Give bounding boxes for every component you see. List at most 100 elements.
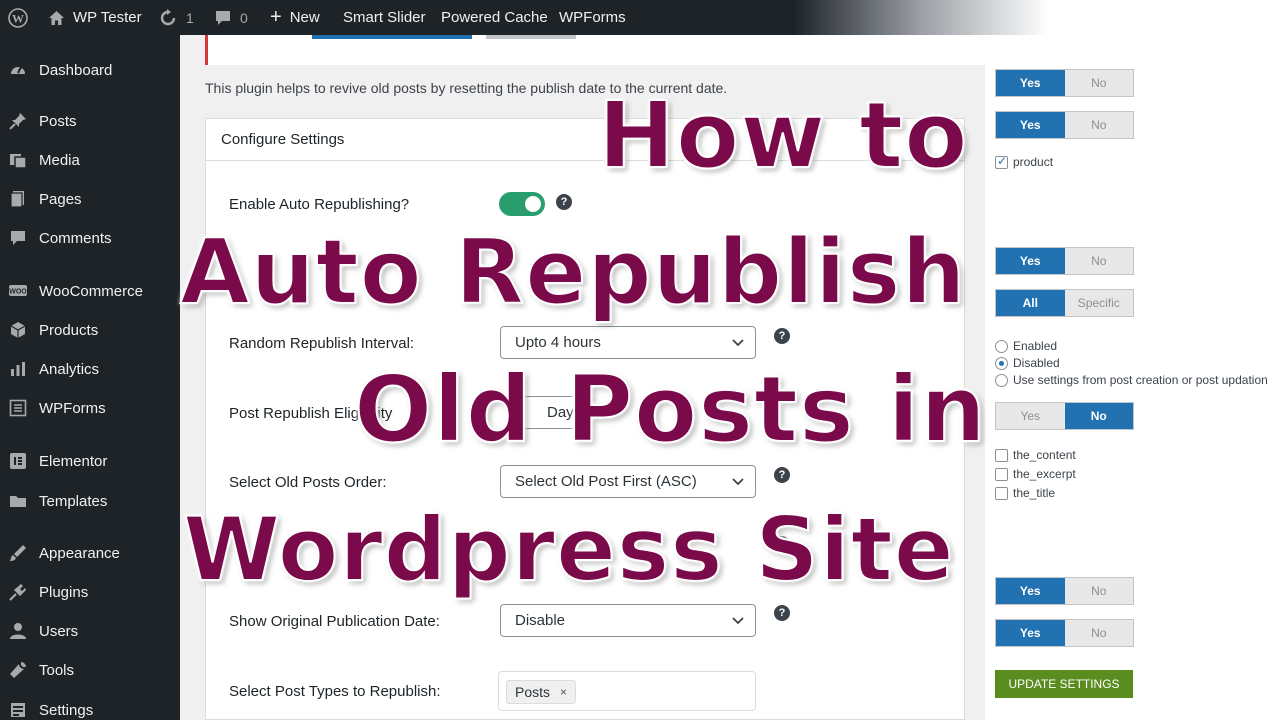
home-icon [48, 10, 65, 26]
segment-yes[interactable]: Yes [996, 248, 1065, 274]
segment-yes[interactable]: Yes [996, 620, 1065, 646]
sidebar-item-analytics[interactable]: Analytics [0, 351, 180, 387]
plus-icon: + [270, 6, 282, 28]
segmented-toggle-3[interactable]: Yes No [995, 247, 1134, 275]
wordpress-logo-icon[interactable]: W [8, 0, 28, 35]
dashboard-icon [9, 61, 27, 79]
help-icon[interactable]: ? [774, 328, 790, 344]
radio-label: Disabled [1013, 356, 1060, 370]
overlay-title-line-3: Old Posts in [353, 356, 987, 463]
sidebar-item-products[interactable]: Products [0, 312, 180, 348]
adminbar-item-powered-cache[interactable]: Powered Cache [441, 0, 548, 35]
sidebar-item-comments[interactable]: Comments [0, 220, 180, 256]
top-secondary-button-edge[interactable] [486, 35, 576, 39]
checkbox-box[interactable] [995, 486, 1008, 500]
show-publication-date-select[interactable]: Disable [500, 604, 756, 637]
checkbox-box[interactable] [995, 154, 1008, 169]
help-icon[interactable]: ? [556, 194, 572, 210]
checkbox-the-excerpt[interactable]: the_excerpt [995, 467, 1076, 481]
old-posts-order-select[interactable]: Select Old Post First (ASC) [500, 465, 756, 498]
checkbox-the-content[interactable]: the_content [995, 448, 1076, 462]
segment-yes[interactable]: Yes [996, 578, 1065, 604]
sidebar-item-dashboard[interactable]: Dashboard [0, 52, 180, 88]
sidebar-item-settings[interactable]: Settings [0, 692, 180, 728]
help-icon[interactable]: ? [774, 467, 790, 483]
segment-no[interactable]: No [1064, 403, 1133, 429]
sidebar-item-appearance[interactable]: Appearance [0, 535, 180, 571]
updates-link[interactable]: 1 [158, 0, 194, 35]
sidebar-item-label: Analytics [39, 360, 100, 378]
radio-disabled[interactable]: Disabled [995, 356, 1060, 370]
checkbox-box[interactable] [995, 467, 1008, 481]
help-icon[interactable]: ? [774, 605, 790, 621]
sidebar-item-label: Pages [39, 190, 82, 208]
product-checkbox[interactable]: product [995, 154, 1054, 169]
tools-icon [9, 661, 27, 679]
show-publication-date-value: Disable [515, 612, 566, 629]
checkbox-label: product [1013, 155, 1054, 169]
segmented-toggle-1[interactable]: Yes No [995, 69, 1134, 97]
site-name-link[interactable]: WP Tester [48, 0, 142, 35]
show-publication-date-label: Show Original Publication Date: [229, 613, 440, 630]
sidebar-item-label: Posts [39, 112, 77, 130]
segment-no[interactable]: No [1064, 112, 1133, 138]
random-interval-select[interactable]: Upto 4 hours [500, 326, 756, 359]
sidebar-item-elementor[interactable]: Elementor [0, 443, 180, 479]
overlay-title-line-1: How to [597, 82, 969, 189]
sidebar-item-posts[interactable]: Posts [0, 103, 180, 139]
radio-label: Enabled [1013, 339, 1058, 353]
segment-yes[interactable]: Yes [996, 112, 1065, 138]
sidebar-item-label: Templates [39, 492, 108, 510]
enable-republishing-label: Enable Auto Republishing? [229, 196, 410, 213]
segment-no[interactable]: No [1064, 620, 1133, 646]
top-primary-button-edge[interactable] [312, 35, 472, 39]
radio-button[interactable] [995, 373, 1008, 387]
comment-bubble-icon [214, 9, 232, 27]
remove-tag-icon[interactable]: × [560, 685, 567, 699]
segment-no[interactable]: No [1064, 248, 1133, 274]
analytics-icon [9, 360, 27, 378]
segment-no[interactable]: No [1064, 70, 1133, 96]
segmented-toggle-5[interactable]: Yes No [995, 402, 1134, 430]
sidebar-item-users[interactable]: Users [0, 613, 180, 649]
users-icon [9, 622, 27, 640]
new-content-link[interactable]: + New [270, 0, 320, 35]
updates-icon [158, 8, 178, 27]
old-posts-order-label: Select Old Posts Order: [229, 474, 387, 491]
segmented-toggle-6[interactable]: Yes No [995, 577, 1134, 605]
sidebar-item-wpforms[interactable]: WPForms [0, 390, 180, 426]
checkbox-box[interactable] [995, 448, 1008, 462]
sidebar-item-templates[interactable]: Templates [0, 483, 180, 519]
segment-specific[interactable]: Specific [1064, 290, 1133, 316]
elementor-icon [9, 452, 27, 470]
sidebar-item-woocommerce[interactable]: WOO WooCommerce [0, 273, 180, 309]
adminbar-item-wpforms[interactable]: WPForms [559, 0, 626, 35]
segmented-toggle-all-specific[interactable]: All Specific [995, 289, 1134, 317]
segment-yes[interactable]: Yes [996, 403, 1065, 429]
update-settings-button[interactable]: UPDATE SETTINGS [995, 670, 1133, 698]
segment-no[interactable]: No [1064, 578, 1133, 604]
sidebar-item-tools[interactable]: Tools [0, 652, 180, 688]
radio-use-post-settings[interactable]: Use settings from post creation or post … [995, 373, 1268, 387]
templates-icon [9, 492, 27, 510]
segment-all[interactable]: All [996, 290, 1065, 316]
sidebar-item-label: WooCommerce [39, 282, 143, 300]
enable-republishing-toggle[interactable] [499, 192, 545, 216]
radio-enabled[interactable]: Enabled [995, 339, 1057, 353]
toggle-knob [525, 196, 541, 212]
appearance-icon [9, 544, 27, 562]
comments-link[interactable]: 0 [214, 0, 248, 35]
admin-sidebar: Dashboard Posts Media Pages Comments WOO… [0, 35, 180, 720]
sidebar-item-media[interactable]: Media [0, 142, 180, 178]
sidebar-item-plugins[interactable]: Plugins [0, 574, 180, 610]
products-icon [9, 321, 27, 339]
adminbar-item-smart-slider[interactable]: Smart Slider [343, 0, 426, 35]
segmented-toggle-2[interactable]: Yes No [995, 111, 1134, 139]
segmented-toggle-7[interactable]: Yes No [995, 619, 1134, 647]
radio-button[interactable] [995, 339, 1008, 353]
post-type-tag-label: Posts [515, 684, 551, 700]
checkbox-the-title[interactable]: the_title [995, 486, 1055, 500]
radio-button[interactable] [995, 356, 1008, 370]
sidebar-item-pages[interactable]: Pages [0, 181, 180, 217]
segment-yes[interactable]: Yes [996, 70, 1065, 96]
